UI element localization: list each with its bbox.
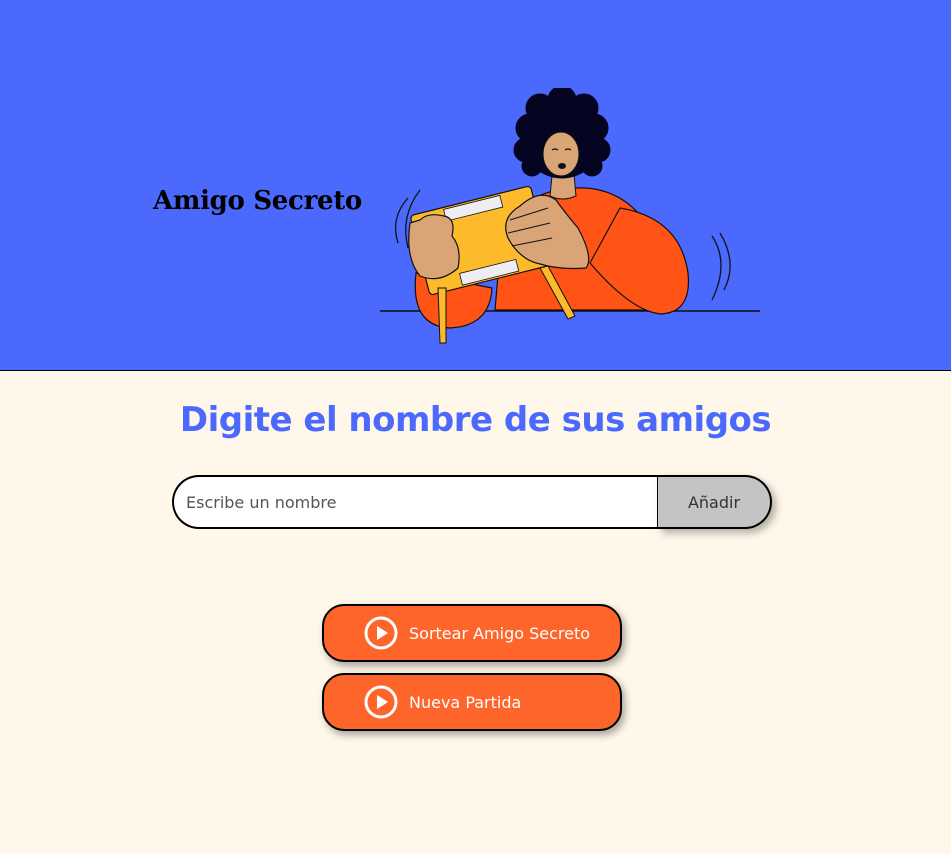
draw-button-label: Sortear Amigo Secreto [409, 623, 591, 643]
main-heading: Digite el nombre de sus amigos [179, 400, 772, 440]
friend-input-group: Añadir [172, 475, 772, 529]
draw-secret-friend-button[interactable]: Sortear Amigo Secreto [322, 604, 622, 662]
new-game-button[interactable]: Nueva Partida [322, 673, 622, 731]
new-game-button-label: Nueva Partida [409, 692, 522, 712]
play-circle-icon [364, 685, 398, 719]
play-circle-icon [364, 616, 398, 650]
app-title: Amigo Secreto [153, 186, 362, 216]
header-banner: Amigo Secreto [0, 0, 951, 371]
friend-name-input[interactable] [172, 475, 660, 529]
person-holding-box-illustration [380, 88, 760, 344]
add-friend-button[interactable]: Añadir [658, 475, 772, 529]
